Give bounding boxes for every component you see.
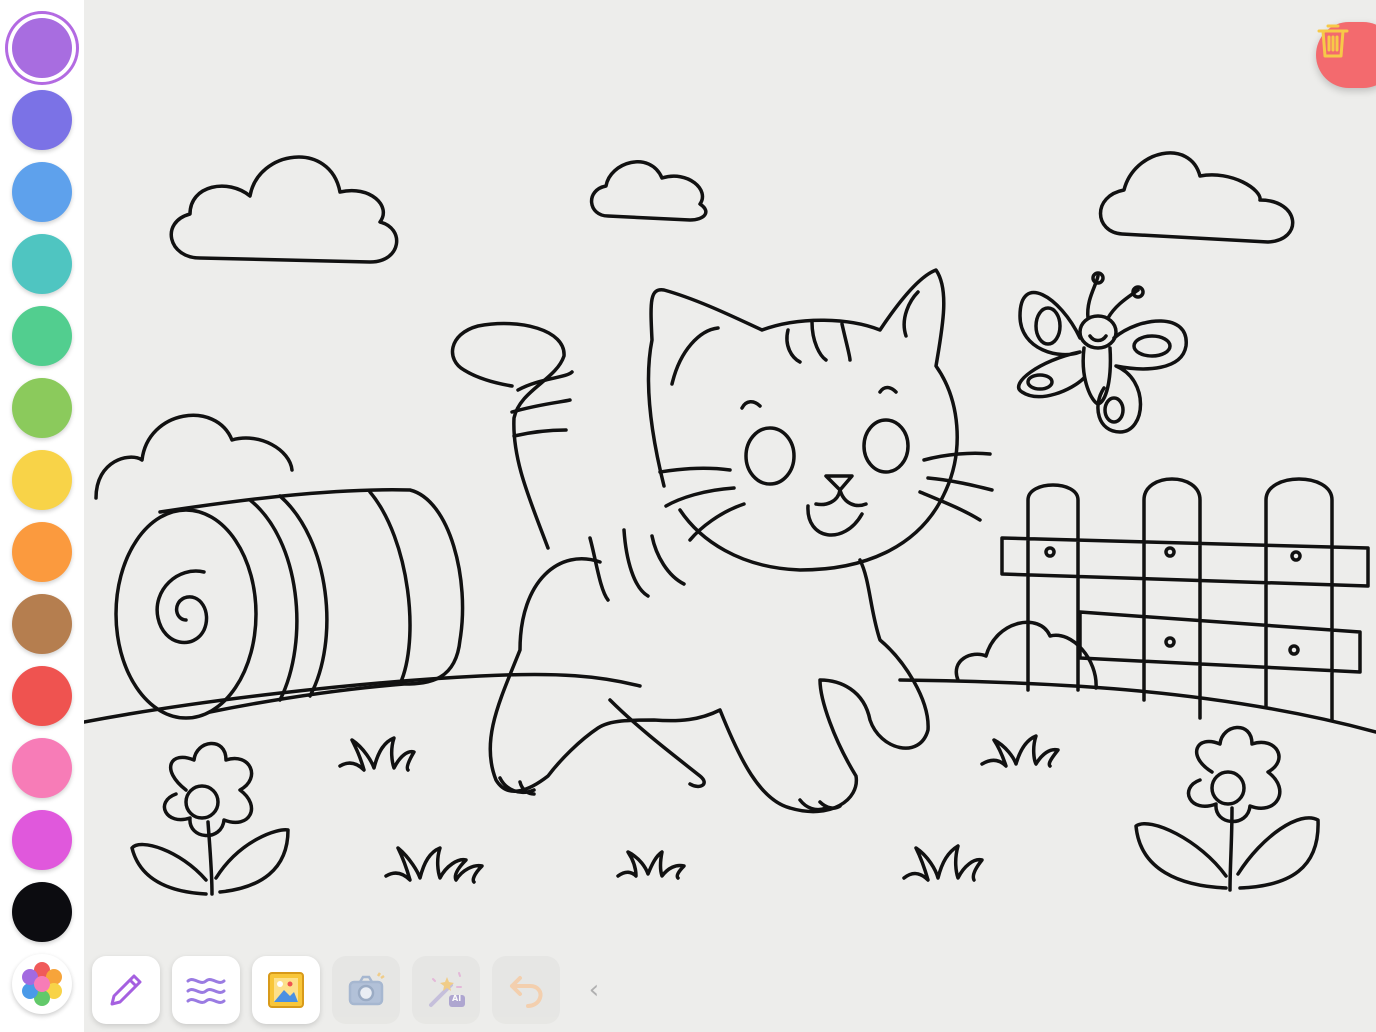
cat (450, 268, 994, 814)
pen-icon (110, 974, 142, 1006)
undo-button[interactable] (492, 956, 560, 1024)
flower-left (130, 741, 290, 896)
color-swatch-brown[interactable] (12, 594, 72, 654)
color-swatch-black[interactable] (12, 882, 72, 942)
collapse-toolbar-button[interactable]: ‹ (582, 974, 606, 1006)
cloud-middle (589, 160, 708, 222)
wavy-lines-icon (186, 978, 226, 1004)
undo-icon (510, 976, 543, 1008)
bush-left (94, 413, 294, 500)
color-swatch-lime[interactable] (12, 378, 72, 438)
picture-icon (268, 972, 304, 1008)
palette-picker-button[interactable] (12, 954, 72, 1014)
trash-icon (1317, 24, 1349, 58)
color-swatch-pink[interactable] (12, 738, 72, 798)
color-swatch-indigo[interactable] (12, 90, 72, 150)
pen-tool-button[interactable] (92, 956, 160, 1024)
cat-eye-left (744, 426, 796, 486)
color-swatch-magenta[interactable] (12, 810, 72, 870)
ai-badge-label: AI (452, 994, 462, 1003)
magic-ai-button[interactable]: AI (412, 956, 480, 1024)
camera-button[interactable] (332, 956, 400, 1024)
flower-right (1134, 725, 1320, 892)
color-swatch-red[interactable] (12, 666, 72, 726)
cat-tail (450, 321, 566, 550)
color-palette (0, 0, 84, 1032)
hay-bale-front (114, 508, 258, 720)
cat-nose (824, 474, 854, 492)
color-swatch-purple[interactable] (12, 18, 72, 78)
coloring-page-line-art (84, 151, 1376, 896)
grass-tufts (338, 734, 1060, 884)
color-swatch-blue[interactable] (12, 162, 72, 222)
cat-head (646, 268, 959, 572)
chevron-left-icon: ‹ (588, 975, 600, 1005)
cat-eye-right (862, 418, 910, 474)
color-swatch-orange[interactable] (12, 522, 72, 582)
brush-tool-button[interactable] (172, 956, 240, 1024)
cloud-left (169, 155, 399, 264)
hay-spiral (155, 569, 209, 645)
cat-body (488, 557, 930, 814)
ground-line (84, 672, 1376, 734)
cat-mouth (806, 488, 868, 537)
color-swatch-teal[interactable] (12, 234, 72, 294)
camera-icon (348, 972, 385, 1006)
cloud-right (1098, 151, 1295, 244)
color-swatch-yellow[interactable] (12, 450, 72, 510)
color-wheel-icon (22, 962, 62, 1006)
bush-right (954, 620, 1098, 690)
coloring-canvas[interactable] (84, 0, 1376, 1032)
magic-wand-ai-icon (429, 972, 465, 1007)
color-swatch-green[interactable] (12, 306, 72, 366)
butterfly (1017, 271, 1188, 434)
clear-canvas-button[interactable] (1316, 22, 1376, 88)
gallery-button[interactable] (252, 956, 320, 1024)
